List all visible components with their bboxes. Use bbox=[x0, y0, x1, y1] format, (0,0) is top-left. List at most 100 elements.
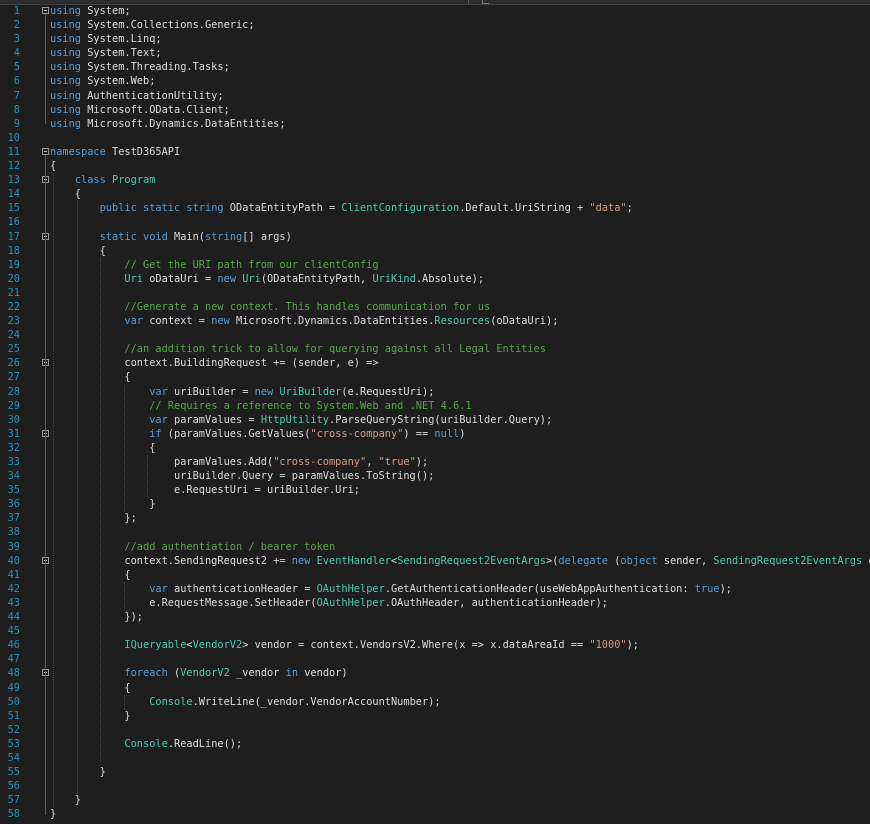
code-line[interactable]: 7 using AuthenticationUtility; bbox=[0, 89, 870, 103]
code-line[interactable]: 30 var paramValues = HttpUtility.ParseQu… bbox=[0, 413, 870, 427]
code-line[interactable]: 26 context.BuildingRequest += (sender, e… bbox=[0, 356, 870, 370]
code-token: new bbox=[211, 315, 230, 328]
code-line[interactable]: 32 { bbox=[0, 441, 870, 455]
line-number: 43 bbox=[7, 596, 20, 609]
code-line[interactable]: 52 bbox=[0, 723, 870, 737]
code-line[interactable]: 34 uriBuilder.Query = paramValues.ToStri… bbox=[0, 469, 870, 483]
code-token: .OAuthHeader, authenticationHeader); bbox=[384, 596, 608, 609]
code-line[interactable]: 50 Console.WriteLine(_vendor.VendorAccou… bbox=[0, 695, 870, 709]
code-line[interactable]: 56 bbox=[0, 779, 870, 793]
line-number: 26 bbox=[7, 357, 20, 370]
code-line[interactable]: 53 Console.ReadLine(); bbox=[0, 737, 870, 751]
code-token: static void bbox=[99, 230, 168, 243]
code-line[interactable]: 38 bbox=[0, 525, 870, 539]
code-editor[interactable]: 1 using System; 2 using System.Collections.… bbox=[0, 4, 870, 821]
code-text: // Requires a reference to System.Web an… bbox=[50, 399, 472, 413]
code-line[interactable]: 44 }); bbox=[0, 610, 870, 624]
code-line[interactable]: 3 using System.Linq; bbox=[0, 32, 870, 46]
code-line[interactable]: 25 //an addition trick to allow for quer… bbox=[0, 342, 870, 356]
code-line[interactable]: 57 } bbox=[0, 793, 870, 807]
indent-guide bbox=[76, 201, 78, 794]
code-line[interactable]: 11 namespace TestD365API bbox=[0, 145, 870, 159]
code-token: .Default.UriString + bbox=[459, 202, 590, 215]
code-token: e) bbox=[862, 555, 870, 567]
code-text: class Program bbox=[50, 173, 156, 187]
code-line[interactable]: 18 { bbox=[0, 244, 870, 258]
code-line[interactable]: 12 { bbox=[0, 159, 870, 173]
code-line[interactable]: 24 bbox=[0, 328, 870, 342]
code-line[interactable]: 41 { bbox=[0, 568, 870, 582]
code-line[interactable]: 17 static void Main(string[] args) bbox=[0, 230, 870, 244]
code-token: delegate bbox=[558, 554, 609, 567]
code-line[interactable]: 31 if (paramValues.GetValues("cross-comp… bbox=[0, 427, 870, 441]
collapse-icon[interactable] bbox=[42, 147, 49, 155]
code-line[interactable]: 40 context.SendingRequest2 += new EventH… bbox=[0, 554, 870, 568]
code-line[interactable]: 19 // Get the URI path from our clientCo… bbox=[0, 258, 870, 272]
code-line[interactable]: 43 e.RequestMessage.SetHeader(OAuthHelpe… bbox=[0, 596, 870, 610]
code-text: } bbox=[50, 765, 106, 779]
code-line[interactable]: 51 } bbox=[0, 709, 870, 723]
code-line[interactable]: 49 { bbox=[0, 681, 870, 695]
code-text: using Microsoft.Dynamics.DataEntities; bbox=[50, 117, 286, 131]
line-number: 24 bbox=[7, 329, 20, 342]
code-text: //Generate a new context. This handles c… bbox=[50, 300, 490, 314]
code-token: foreach bbox=[124, 667, 168, 680]
code-token: } bbox=[50, 498, 156, 511]
code-line[interactable]: 46 IQueryable<VendorV2> vendor = context… bbox=[0, 638, 870, 652]
line-number: 56 bbox=[7, 780, 20, 793]
code-token: // Requires a reference to System.Web an… bbox=[149, 399, 472, 412]
line-number: 21 bbox=[7, 286, 20, 299]
line-number: 47 bbox=[7, 653, 20, 666]
code-token: true bbox=[694, 582, 720, 595]
code-line[interactable]: 20 Uri oDataUri = new Uri(ODataEntityPat… bbox=[0, 272, 870, 286]
code-line[interactable]: 47 bbox=[0, 652, 870, 666]
line-number: 41 bbox=[7, 568, 20, 581]
code-token: VendorV2 bbox=[192, 639, 243, 652]
code-line[interactable]: 10 bbox=[0, 131, 870, 145]
code-line[interactable]: 48 foreach (VendorV2 _vendor in vendor) bbox=[0, 666, 870, 680]
code-line[interactable]: 54 bbox=[0, 751, 870, 765]
code-line[interactable]: 28 var uriBuilder = new UriBuilder(e.Req… bbox=[0, 385, 870, 399]
code-line[interactable]: 1 using System; bbox=[0, 4, 870, 18]
code-token: Microsoft.OData.Client; bbox=[81, 103, 230, 116]
code-line[interactable]: 55 } bbox=[0, 765, 870, 779]
code-line[interactable]: 42 var authenticationHeader = OAuthHelpe… bbox=[0, 582, 870, 596]
code-line[interactable]: 15 public static string ODataEntityPath … bbox=[0, 201, 870, 215]
collapse-icon[interactable] bbox=[42, 7, 49, 14]
code-line[interactable]: 2 using System.Collections.Generic; bbox=[0, 18, 870, 32]
code-line[interactable]: 6 using System.Web; bbox=[0, 74, 870, 88]
line-number: 34 bbox=[7, 470, 20, 483]
code-line[interactable]: 4 using System.Text; bbox=[0, 46, 870, 60]
code-line[interactable]: 58} bbox=[0, 807, 870, 821]
code-text: using System.Collections.Generic; bbox=[50, 18, 255, 32]
code-line[interactable]: 5 using System.Threading.Tasks; bbox=[0, 60, 870, 74]
code-line[interactable]: 33 paramValues.Add("cross-company", "tru… bbox=[0, 455, 870, 469]
code-token: "true" bbox=[378, 456, 416, 468]
code-line[interactable]: 14 { bbox=[0, 187, 870, 201]
code-token: .GetAuthenticationHeader(useWebAppAuthen… bbox=[384, 582, 695, 595]
code-line[interactable]: 35 e.RequestUri = uriBuilder.Uri; bbox=[0, 483, 870, 497]
code-line[interactable]: 16 bbox=[0, 215, 870, 229]
code-line[interactable]: 8 using Microsoft.OData.Client; bbox=[0, 103, 870, 117]
code-line[interactable]: 29 // Requires a reference to System.Web… bbox=[0, 399, 870, 413]
code-text: } bbox=[50, 807, 56, 821]
code-line[interactable]: 45 bbox=[0, 624, 870, 638]
code-token: //add authentiation / bearer token bbox=[124, 540, 336, 553]
code-line[interactable]: 21 bbox=[0, 286, 870, 300]
line-number: 54 bbox=[7, 751, 20, 764]
indent-guide bbox=[123, 694, 125, 709]
code-line[interactable]: 36 } bbox=[0, 497, 870, 511]
code-line[interactable]: 39 //add authentiation / bearer token bbox=[0, 540, 870, 554]
code-line[interactable]: 37 }; bbox=[0, 511, 870, 525]
code-token: (paramValues.GetValues( bbox=[161, 427, 311, 440]
code-token: .Absolute); bbox=[415, 272, 485, 285]
indent-guide bbox=[123, 384, 125, 512]
code-line[interactable]: 27 { bbox=[0, 370, 870, 384]
code-token: IQueryable bbox=[124, 639, 187, 652]
code-line[interactable]: 9 using Microsoft.Dynamics.DataEntities; bbox=[0, 117, 870, 131]
code-line[interactable]: 13 class Program bbox=[0, 173, 870, 187]
line-number: 57 bbox=[7, 794, 20, 807]
code-line[interactable]: 23 var context = new Microsoft.Dynamics.… bbox=[0, 314, 870, 328]
code-line[interactable]: 22 //Generate a new context. This handle… bbox=[0, 300, 870, 314]
